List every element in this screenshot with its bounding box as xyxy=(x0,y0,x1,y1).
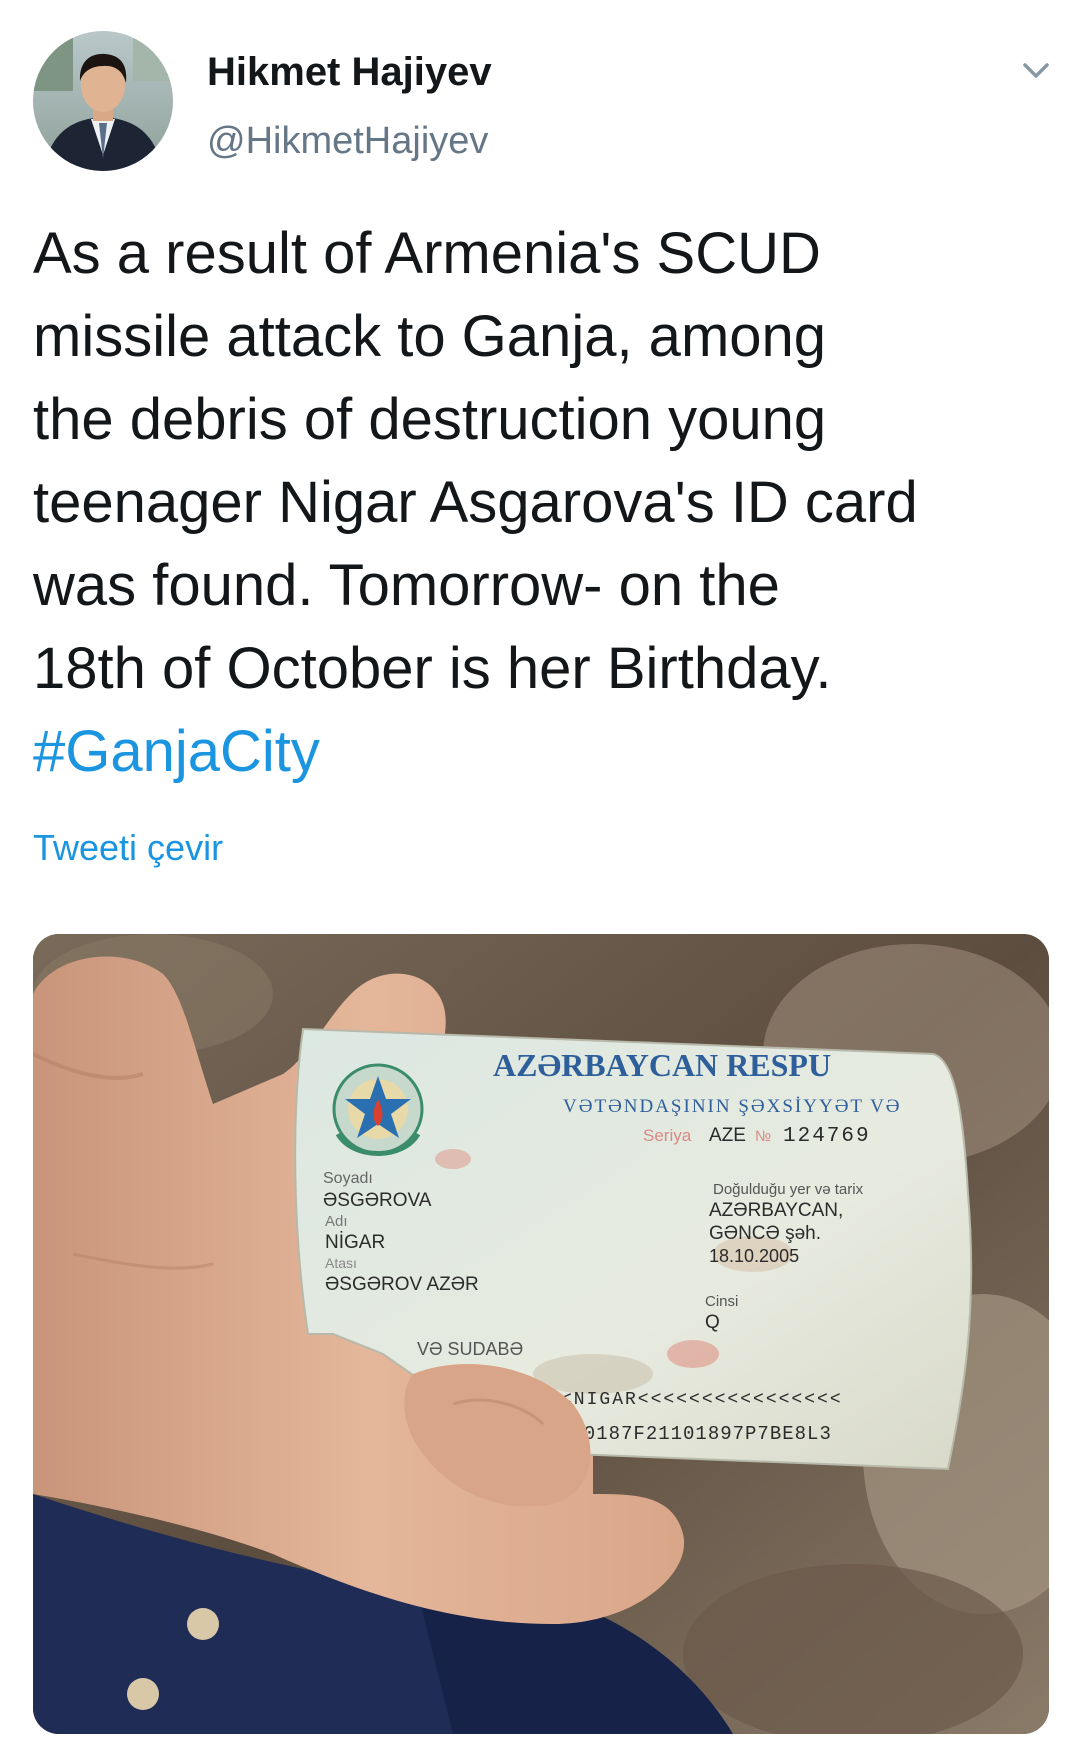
card-father-value: ƏSGƏROV AZƏR xyxy=(325,1274,479,1295)
card-serial-label: Seriya xyxy=(643,1126,692,1145)
tweet-text-line: the debris of destruction young xyxy=(33,387,827,452)
card-number-label: № xyxy=(755,1128,771,1145)
author-display-name[interactable]: Hikmet Hajiyev xyxy=(207,48,492,96)
card-sex-label: Cinsi xyxy=(705,1293,738,1310)
chevron-down-icon xyxy=(1023,63,1049,78)
tweet-text-line: 18th of October is her Birthday. xyxy=(33,636,832,701)
emblem-icon xyxy=(332,1063,424,1156)
tweet-text-line: teenager Nigar Asgarova's ID card xyxy=(33,470,918,535)
tweet-media-photo[interactable]: AZƏRBAYCAN RESPU VƏTƏNDAŞININ ŞƏXSİYYƏT … xyxy=(33,934,1049,1734)
hashtag-link[interactable]: #GanjaCity xyxy=(33,710,1053,793)
tweet-text: As a result of Armenia's SCUD missile at… xyxy=(33,212,1053,793)
card-serial-value: AZE xyxy=(709,1125,746,1146)
tweet-text-line: As a result of Armenia's SCUD xyxy=(33,221,821,286)
tweet-text-line: was found. Tomorrow- on the xyxy=(33,553,780,618)
card-birth-city: GƏNCƏ şəh. xyxy=(709,1223,821,1244)
card-father-label: Atası xyxy=(325,1255,357,1271)
card-number-value: 124769 xyxy=(783,1125,871,1148)
tweet-text-line: missile attack to Ganja, among xyxy=(33,304,827,369)
card-birth-date: 18.10.2005 xyxy=(709,1246,799,1266)
card-surname-label: Soyadı xyxy=(323,1170,373,1187)
person-portrait-icon xyxy=(33,31,173,171)
author-avatar[interactable] xyxy=(33,31,173,171)
author-handle[interactable]: @HikmetHajiyev xyxy=(207,118,488,164)
card-surname-value: ƏSGƏROVA xyxy=(323,1190,432,1211)
tweet-menu-button[interactable] xyxy=(1016,56,1056,86)
id-card-photo: AZƏRBAYCAN RESPU VƏTƏNDAŞININ ŞƏXSİYYƏT … xyxy=(33,934,1049,1734)
card-name-value: NİGAR xyxy=(325,1232,385,1253)
card-header: AZƏRBAYCAN RESPU xyxy=(493,1047,831,1083)
card-subheader: VƏTƏNDAŞININ ŞƏXSİYYƏT VƏ xyxy=(563,1096,902,1117)
card-mrz-line2: 510187F21101897P7BE8L3 xyxy=(559,1423,832,1445)
card-birth-label: Doğulduğu yer və tarix xyxy=(713,1181,864,1198)
card-name-label: Adı xyxy=(325,1213,348,1230)
card-sex-value: Q xyxy=(705,1312,720,1333)
card-mrz-line1: <NIGAR<<<<<<<<<<<<<<<< xyxy=(561,1390,843,1410)
card-issuer-text: VƏ SUDABƏ xyxy=(417,1339,523,1359)
card-birth-country: AZƏRBAYCAN, xyxy=(709,1200,843,1221)
translate-tweet-link[interactable]: Tweeti çevir xyxy=(33,826,223,870)
